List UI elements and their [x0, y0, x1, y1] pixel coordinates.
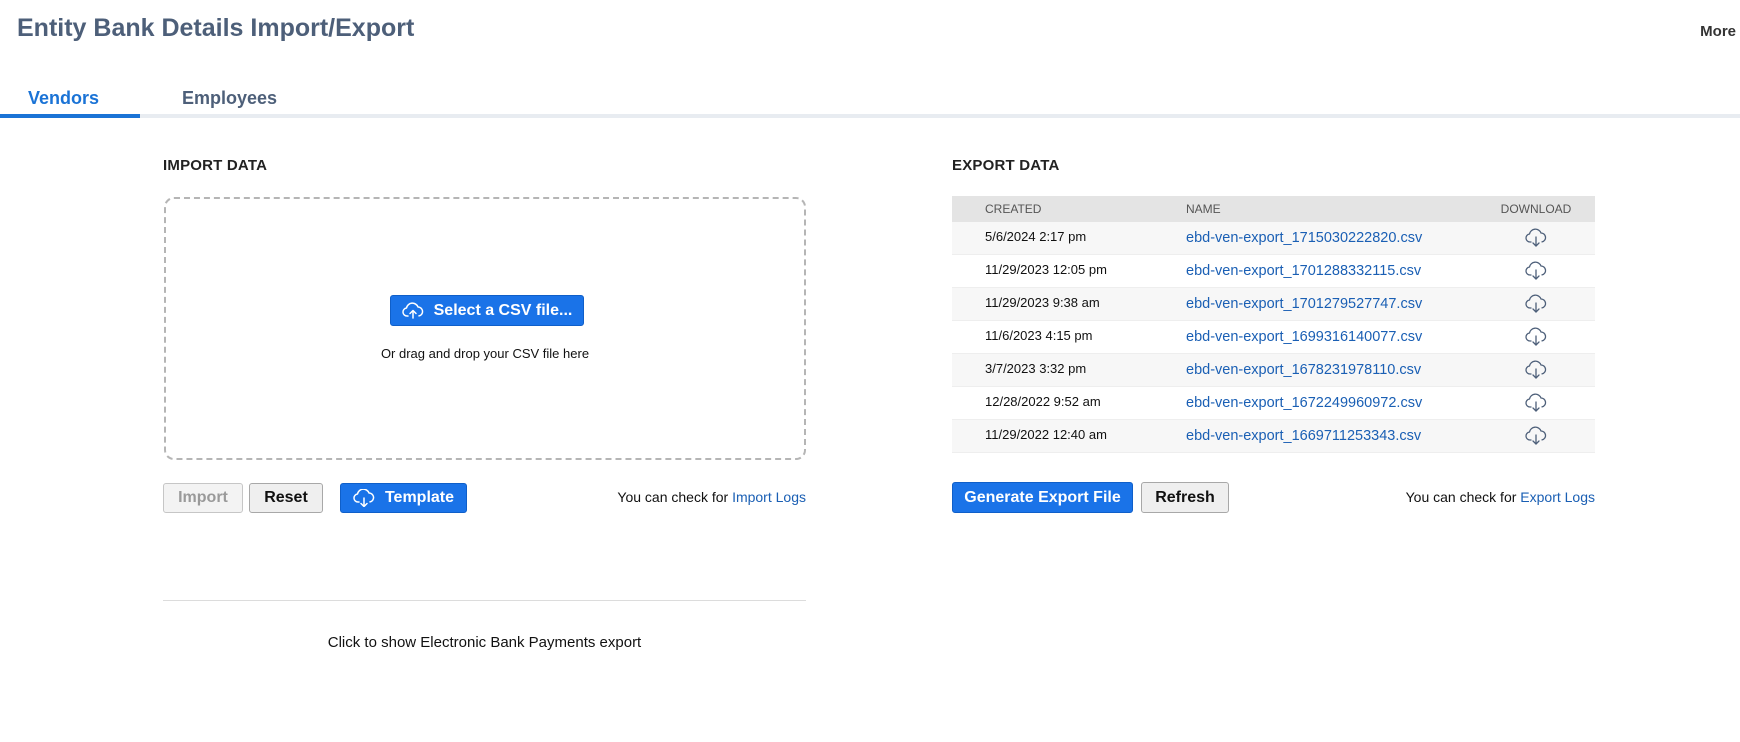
drop-hint: Or drag and drop your CSV file here: [380, 346, 590, 361]
table-row: 12/28/2022 9:52 am ebd-ven-export_1672249…: [952, 387, 1595, 420]
import-section-title: IMPORT DATA: [163, 157, 268, 174]
import-logs-prefix: You can check for: [617, 489, 729, 505]
row-created: 11/29/2023 9:38 am: [985, 295, 1100, 310]
export-logs-link[interactable]: Export Logs: [1520, 489, 1595, 505]
column-name: NAME: [1186, 202, 1221, 216]
row-file-link[interactable]: ebd-ven-export_1715030222820.csv: [1186, 230, 1422, 246]
column-download: DOWNLOAD: [1500, 202, 1572, 216]
row-created: 11/6/2023 4:15 pm: [985, 328, 1093, 343]
row-file-link[interactable]: ebd-ven-export_1701288332115.csv: [1186, 263, 1421, 279]
cloud-download-icon[interactable]: [1496, 228, 1576, 251]
cloud-download-icon[interactable]: [1496, 393, 1576, 416]
cloud-download-icon[interactable]: [1496, 360, 1576, 383]
row-file-link[interactable]: ebd-ven-export_1672249960972.csv: [1186, 395, 1422, 411]
more-menu[interactable]: More: [1700, 23, 1736, 40]
row-created: 11/29/2022 12:40 am: [985, 427, 1107, 442]
table-row: 11/6/2023 4:15 pm ebd-ven-export_16993161…: [952, 321, 1595, 354]
import-button[interactable]: Import: [163, 483, 243, 513]
row-created: 3/7/2023 3:32 pm: [985, 361, 1087, 376]
csv-dropzone[interactable]: Select a CSV file... Or drag and drop yo…: [164, 197, 806, 460]
select-csv-button[interactable]: Select a CSV file...: [390, 295, 584, 326]
export-logs-line: You can check for Export Logs: [1406, 489, 1595, 505]
template-button[interactable]: Template: [340, 483, 467, 513]
column-created: CREATED: [985, 202, 1042, 216]
table-header: CREATED NAME DOWNLOAD: [952, 196, 1595, 222]
row-created: 11/29/2023 12:05 pm: [985, 262, 1107, 277]
import-logs-line: You can check for Import Logs: [617, 489, 806, 505]
import-logs-link[interactable]: Import Logs: [732, 489, 806, 505]
export-files-table: CREATED NAME DOWNLOAD 5/6/2024 2:17 pm eb…: [952, 196, 1595, 453]
refresh-button[interactable]: Refresh: [1141, 482, 1229, 513]
template-label: Template: [384, 489, 455, 506]
row-created: 12/28/2022 9:52 am: [985, 394, 1101, 409]
table-row: 11/29/2023 9:38 am ebd-ven-export_1701279…: [952, 288, 1595, 321]
table-row: 3/7/2023 3:32 pm ebd-ven-export_167823197…: [952, 354, 1595, 387]
row-file-link[interactable]: ebd-ven-export_1669711253343.csv: [1186, 428, 1421, 444]
cloud-upload-icon: [401, 301, 424, 320]
row-created: 5/6/2024 2:17 pm: [985, 229, 1087, 244]
reset-button[interactable]: Reset: [249, 483, 323, 513]
export-logs-prefix: You can check for: [1405, 489, 1517, 505]
active-tab-indicator: [0, 114, 140, 118]
cloud-download-icon[interactable]: [1496, 294, 1576, 317]
cloud-download-icon: [353, 489, 375, 507]
page-title: Entity Bank Details Import/Export: [17, 14, 415, 42]
export-section-title: EXPORT DATA: [952, 157, 1060, 174]
row-file-link[interactable]: ebd-ven-export_1699316140077.csv: [1186, 329, 1422, 345]
section-divider: [163, 600, 806, 601]
table-row: 11/29/2023 12:05 pm ebd-ven-export_170128…: [952, 255, 1595, 288]
tab-vendors[interactable]: Vendors: [28, 88, 99, 109]
electronic-bank-payments-toggle[interactable]: Click to show Electronic Bank Payments e…: [163, 634, 806, 651]
row-file-link[interactable]: ebd-ven-export_1678231978110.csv: [1186, 362, 1421, 378]
generate-export-button[interactable]: Generate Export File: [952, 482, 1133, 513]
table-body: 5/6/2024 2:17 pm ebd-ven-export_171503022…: [952, 222, 1595, 453]
row-file-link[interactable]: ebd-ven-export_1701279527747.csv: [1186, 296, 1422, 312]
table-row: 11/29/2022 12:40 am ebd-ven-export_166971…: [952, 420, 1595, 453]
cloud-download-icon[interactable]: [1496, 261, 1576, 284]
cloud-download-icon[interactable]: [1496, 426, 1576, 449]
tab-bar: Vendors Employees: [0, 78, 1740, 118]
table-row: 5/6/2024 2:17 pm ebd-ven-export_171503022…: [952, 222, 1595, 255]
cloud-download-icon[interactable]: [1496, 327, 1576, 350]
select-csv-label: Select a CSV file...: [433, 301, 573, 319]
tab-employees[interactable]: Employees: [182, 88, 277, 109]
